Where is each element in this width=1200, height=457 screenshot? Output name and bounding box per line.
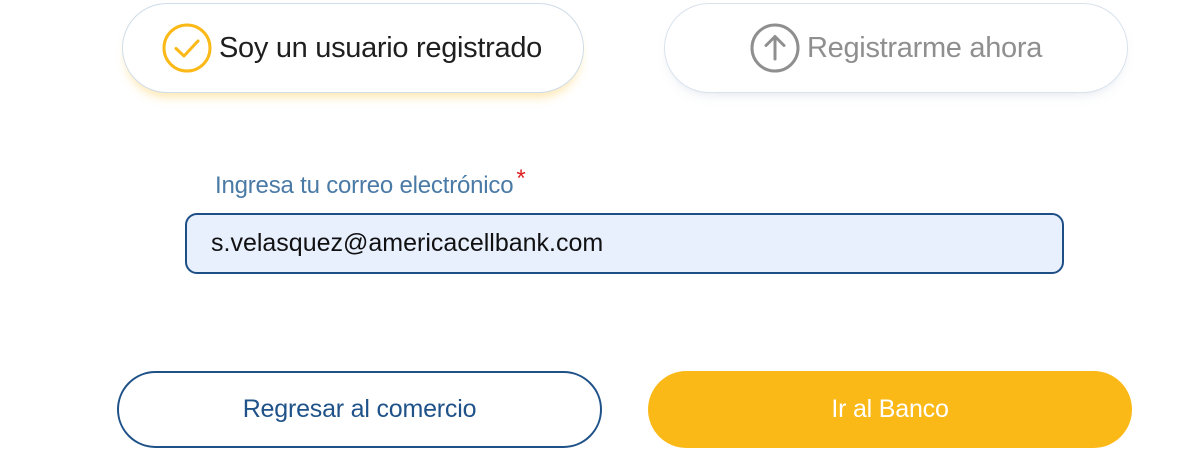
go-to-bank-button[interactable]: Ir al Banco bbox=[648, 371, 1132, 448]
check-circle-icon bbox=[161, 22, 213, 74]
register-now-label: Registrarme ahora bbox=[807, 31, 1043, 64]
arrow-up-circle-icon bbox=[749, 22, 801, 74]
email-field-label-text: Ingresa tu correo electrónico bbox=[215, 172, 514, 199]
registered-user-option[interactable]: Soy un usuario registrado bbox=[122, 3, 584, 93]
back-to-merchant-button[interactable]: Regresar al comercio bbox=[117, 371, 602, 448]
email-field-label: Ingresa tu correo electrónico * bbox=[215, 165, 526, 200]
email-input[interactable] bbox=[185, 213, 1064, 274]
required-marker: * bbox=[516, 165, 526, 192]
registered-user-label: Soy un usuario registrado bbox=[219, 31, 542, 64]
register-now-option[interactable]: Registrarme ahora bbox=[664, 3, 1128, 93]
